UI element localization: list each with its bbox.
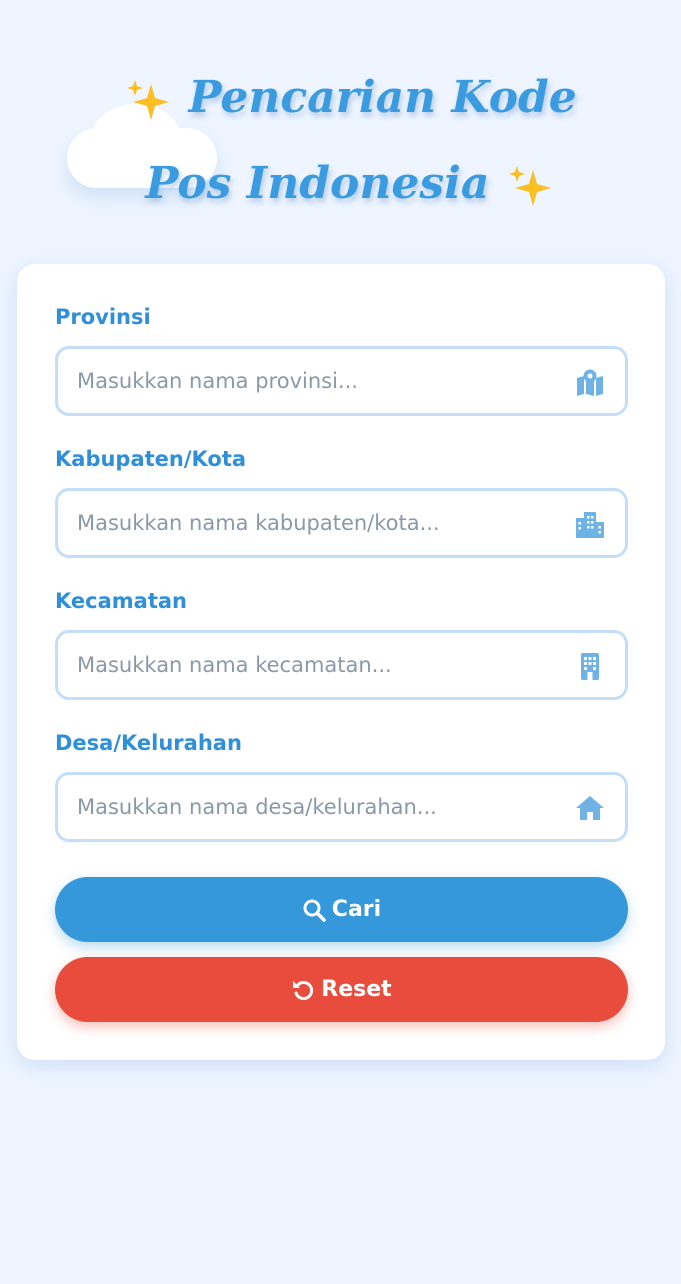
- search-form-card: Provinsi Kabupaten/Kota: [17, 264, 665, 1060]
- kecamatan-input-wrapper: [55, 630, 628, 700]
- house-icon: [576, 796, 604, 820]
- field-kabupaten: Kabupaten/Kota: [55, 444, 628, 558]
- reset-button-label: Reset: [321, 977, 392, 1002]
- provinsi-input[interactable]: [58, 349, 625, 413]
- provinsi-input-wrapper: [55, 346, 628, 416]
- search-button-label: Cari: [331, 897, 382, 922]
- page-title: Pencarian Kode Pos Indonesia: [80, 55, 620, 227]
- reset-button[interactable]: Reset: [55, 957, 628, 1022]
- desa-input-wrapper: [55, 772, 628, 842]
- building-icon: [581, 653, 599, 680]
- kabupaten-label: Kabupaten/Kota: [55, 447, 247, 471]
- undo-icon: [293, 980, 314, 1000]
- provinsi-label: Provinsi: [55, 305, 151, 329]
- field-desa: Desa/Kelurahan: [55, 728, 628, 842]
- desa-input[interactable]: [58, 775, 625, 839]
- search-button[interactable]: Cari: [55, 877, 628, 942]
- kabupaten-input-wrapper: [55, 488, 628, 558]
- desa-label: Desa/Kelurahan: [55, 731, 242, 755]
- kecamatan-label: Kecamatan: [55, 589, 187, 613]
- field-provinsi: Provinsi: [55, 302, 628, 416]
- search-icon: [303, 899, 326, 922]
- map-location-icon: [577, 369, 603, 396]
- kecamatan-input[interactable]: [58, 633, 625, 697]
- city-icon: [576, 512, 604, 538]
- sparkles-icon: [127, 79, 170, 120]
- field-kecamatan: Kecamatan: [55, 586, 628, 700]
- sparkles-icon: [508, 165, 551, 206]
- kabupaten-input[interactable]: [58, 491, 625, 555]
- page-header: Pencarian Kode Pos Indonesia: [0, 0, 681, 240]
